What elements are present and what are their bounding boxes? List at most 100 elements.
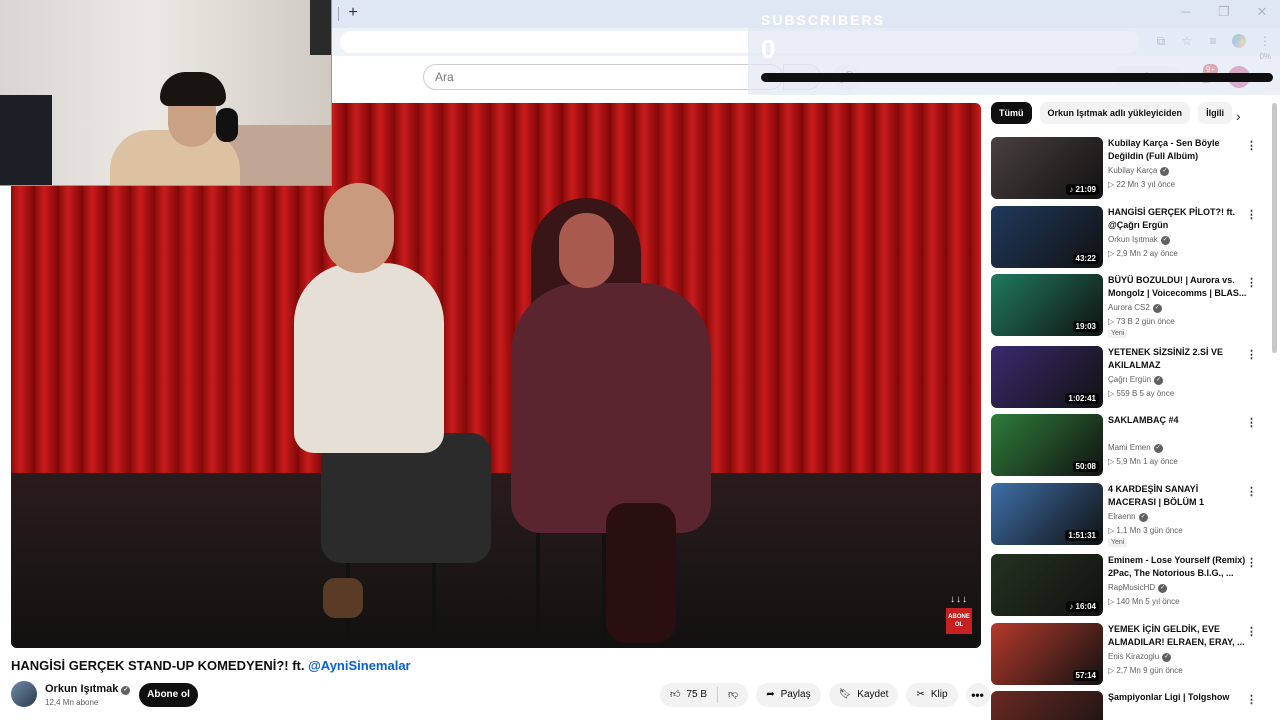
headphones-icon (216, 108, 238, 142)
recommended-video-title[interactable]: YETENEK SİZSİNİZ 2.Sİ VE AKILALMAZ SİHİR… (1108, 346, 1248, 372)
verified-icon: ✓ (1138, 513, 1148, 522)
verified-icon: ✓ (1160, 167, 1170, 176)
dislike-button[interactable]: 👎︎ (718, 683, 748, 707)
subscriber-goal-count: 0 (761, 34, 776, 64)
webcam-picture-frame (310, 0, 331, 55)
woman-figure-boots (606, 503, 676, 643)
more-options-icon[interactable]: ⋮ (1246, 416, 1257, 429)
recommended-video-channel-name[interactable]: Mami Emen (1108, 443, 1151, 452)
recommended-video-meta: ▷ 73 B 2 gün önce (1108, 317, 1175, 326)
new-tab-button[interactable]: + (344, 4, 362, 22)
recommended-video[interactable]: 50:08 SAKLAMBAÇ #4 Mami Emen ✓ ▷ 5,9 Mn 1 ay… (991, 414, 1271, 476)
recommended-video-channel[interactable]: Orkun Işıtmak ✓ (1108, 235, 1170, 245)
more-options-icon[interactable]: ⋮ (1246, 556, 1257, 569)
verified-icon: ✓ (1160, 236, 1170, 245)
man-figure-shoe (323, 578, 363, 618)
recommended-video[interactable]: ♪ 16:04 Eminem - Lose Yourself (Remix) 2P… (991, 554, 1271, 616)
recommended-video-channel-name[interactable]: Enis Kirazoglu (1108, 652, 1159, 661)
recommended-video-channel[interactable]: Aurora CS2 ✓ (1108, 303, 1162, 313)
recommended-video-channel[interactable]: Kubilay Karça ✓ (1108, 166, 1170, 176)
recommended-video-meta: ▷ 2,9 Mn 2 ay önce (1108, 249, 1178, 258)
video-thumbnail[interactable]: 19:03 (991, 274, 1103, 336)
chip-from-uploader[interactable]: Orkun Işıtmak adlı yükleyiciden (1039, 102, 1191, 124)
recommended-video-age: 2 ay önce (1143, 249, 1178, 258)
video-duration: ♪ 16:04 (1066, 601, 1099, 612)
recommended-video-meta: ▷ 5,9 Mn 1 ay önce (1108, 457, 1178, 466)
recommended-video[interactable]: Şampiyonlar Ligi | Tolgshow25 Film✓⋮ (991, 691, 1271, 720)
recommended-video-channel-name[interactable]: Aurora CS2 (1108, 303, 1150, 312)
recommended-video-channel[interactable]: RapMusicHD ✓ (1108, 583, 1168, 593)
mention-link[interactable]: @AyniSinemalar (308, 658, 411, 673)
subscriber-goal-title: SUBSCRIBERS (761, 12, 885, 28)
video-thumbnail[interactable]: 1:51:31 (991, 483, 1103, 545)
recommended-video-channel-name[interactable]: Orkun Işıtmak (1108, 235, 1158, 244)
save-button[interactable]: 🔖︎ Kaydet (828, 683, 899, 707)
search-input[interactable]: Ara (423, 64, 783, 90)
recommended-video-channel[interactable]: Çağrı Ergün ✓ (1108, 375, 1164, 385)
more-options-icon[interactable]: ⋮ (1246, 276, 1257, 289)
more-options-icon[interactable]: ⋮ (1246, 348, 1257, 361)
video-thumbnail[interactable]: ♪ 16:04 (991, 554, 1103, 616)
recommended-video-title[interactable]: BÜYÜ BOZULDU! | Aurora vs. Mongolz | Voi… (1108, 274, 1248, 300)
recommended-video-title[interactable]: YEMEK İÇİN GELDİK, EVE ALMADILAR! ELRAEN… (1108, 623, 1248, 649)
like-dislike-group: 👍︎ 75 B 👎︎ (660, 683, 749, 707)
recommended-video-channel-name[interactable]: Elraenn (1108, 512, 1136, 521)
video-duration: 50:08 (1072, 461, 1099, 472)
channel-avatar[interactable] (11, 681, 37, 707)
share-button[interactable]: ➦ Paylaş (756, 683, 821, 707)
recommended-video[interactable]: 43:22 HANGİSİ GERÇEK PİLOT?! ft. @Çağrı E… (991, 206, 1271, 268)
video-thumbnail[interactable]: 43:22 (991, 206, 1103, 268)
recommended-video-views: 2,7 Mn (1116, 666, 1141, 675)
recommended-video[interactable]: 19:03 BÜYÜ BOZULDU! | Aurora vs. Mongolz … (991, 274, 1271, 338)
video-duration: 1:02:41 (1065, 393, 1099, 404)
recommended-video[interactable]: 57:14 YEMEK İÇİN GELDİK, EVE ALMADILAR! E… (991, 623, 1271, 685)
video-actions: 👍︎ 75 B 👎︎ ➦ Paylaş 🔖︎ Kaydet ✂ Klip ••• (660, 683, 990, 707)
more-options-icon[interactable]: ⋮ (1246, 693, 1257, 706)
video-thumbnail[interactable]: 57:14 (991, 623, 1103, 685)
video-title: HANGİSİ GERÇEK STAND-UP KOMEDYENİ?! ft. … (11, 658, 411, 673)
subscriber-goal-bar (761, 73, 1273, 82)
subscribe-button[interactable]: Abone ol (139, 683, 198, 707)
more-options-icon[interactable]: ⋮ (1246, 139, 1257, 152)
recommended-video[interactable]: 1:02:41 YETENEK SİZSİNİZ 2.Sİ VE AKILALMA… (991, 346, 1271, 408)
recommended-video-title[interactable]: Kubilay Karça - Sen Böyle Değildin (Full… (1108, 137, 1248, 163)
recommended-video[interactable]: ♪ 21:09 Kubilay Karça - Sen Böyle Değildi… (991, 137, 1271, 199)
recommended-video-title[interactable]: SAKLAMBAÇ #4 (1108, 414, 1248, 427)
recommended-video-channel[interactable]: Mami Emen ✓ (1108, 443, 1163, 453)
video-duration: 57:14 (1072, 670, 1099, 681)
more-options-icon[interactable]: ⋮ (1246, 625, 1257, 638)
recommended-video-channel[interactable]: Enis Kirazoglu ✓ (1108, 652, 1172, 662)
recommended-video-views: 559 B (1116, 389, 1138, 398)
recommended-video-channel-name[interactable]: RapMusicHD (1108, 583, 1155, 592)
sidebar-scrollbar[interactable] (1272, 103, 1277, 353)
streamer-hair (160, 72, 226, 106)
recommended-video-channel[interactable]: Elraenn ✓ (1108, 512, 1148, 522)
recommended-video-channel-name[interactable]: Kubilay Karça (1108, 166, 1157, 175)
channel-name-text[interactable]: Orkun Işıtmak (45, 683, 118, 695)
more-actions-button[interactable]: ••• (965, 683, 990, 707)
recommended-video-channel-name[interactable]: Çağrı Ergün (1108, 375, 1151, 384)
subscribe-arrows-icon: ↓↓↓ (950, 594, 968, 605)
recommended-video-title[interactable]: Eminem - Lose Yourself (Remix) 2Pac, The… (1108, 554, 1248, 580)
like-button[interactable]: 👍︎ 75 B (660, 683, 717, 707)
more-options-icon[interactable]: ⋮ (1246, 485, 1257, 498)
video-thumbnail[interactable]: 1:02:41 (991, 346, 1103, 408)
clip-button[interactable]: ✂ Klip (906, 683, 958, 707)
share-label: Paylaş (780, 689, 811, 700)
more-options-icon[interactable]: ⋮ (1246, 208, 1257, 221)
video-thumbnail[interactable] (991, 691, 1103, 720)
video-thumbnail[interactable]: ♪ 21:09 (991, 137, 1103, 199)
recommended-video-title[interactable]: Şampiyonlar Ligi | Tolgshow (1108, 691, 1248, 704)
subscribe-watermark[interactable]: ABONE OL (946, 608, 972, 634)
recommended-video-title[interactable]: 4 KARDEŞİN SANAYİ MACERASI | BÖLÜM 1 (1108, 483, 1248, 509)
chevron-right-icon[interactable]: › (1236, 108, 1241, 124)
recommended-video-meta: ▷ 140 Mn 5 yıl önce (1108, 597, 1180, 606)
recommended-video-title[interactable]: HANGİSİ GERÇEK PİLOT?! ft. @Çağrı Ergün (1108, 206, 1248, 232)
recommended-video-meta: ▷ 22 Mn 3 yıl önce (1108, 180, 1175, 189)
chip-related[interactable]: İlgili (1198, 102, 1233, 124)
bookmark-icon: 🔖︎ (838, 689, 852, 700)
channel-name[interactable]: Orkun Işıtmak ✓ (45, 683, 131, 695)
video-thumbnail[interactable]: 50:08 (991, 414, 1103, 476)
chip-all[interactable]: Tümü (991, 102, 1032, 124)
recommended-video[interactable]: 1:51:31 4 KARDEŞİN SANAYİ MACERASI | BÖLÜ… (991, 483, 1271, 547)
